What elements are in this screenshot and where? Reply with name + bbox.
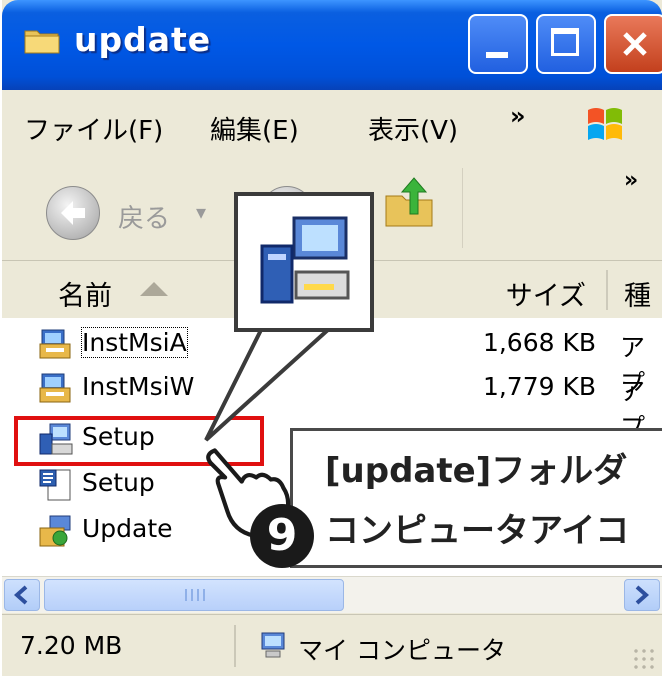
column-size-header[interactable]: サイズ: [506, 274, 586, 313]
close-button[interactable]: [604, 14, 662, 74]
enlarged-icon-callout: [234, 192, 374, 332]
step-number-badge: 9: [250, 504, 314, 568]
menu-overflow-chevron[interactable]: »: [510, 102, 526, 130]
grip-icon: [185, 589, 205, 601]
installer-icon: [39, 373, 71, 403]
installer-icon: [39, 329, 71, 359]
status-divider: [234, 625, 236, 667]
maximize-icon: [551, 28, 579, 56]
file-name: Setup: [82, 468, 155, 497]
instruction-line-2: コンピュータアイコ: [325, 511, 630, 551]
sort-ascending-icon: [140, 282, 168, 296]
file-size: 1,668 KB: [482, 328, 596, 357]
title-bar[interactable]: update: [2, 0, 662, 90]
file-name: InstMsiW: [82, 372, 195, 401]
toolbar-separator: [462, 168, 463, 248]
scroll-left-button[interactable]: [4, 579, 40, 611]
setup-computer-icon: [260, 216, 350, 304]
settings-file-icon: [39, 469, 71, 501]
file-row-instmsiw[interactable]: InstMsiW 1,779 KB アプ: [2, 366, 662, 442]
instruction-line-1: [update]フォルダ: [325, 451, 628, 491]
file-name: Update: [82, 514, 173, 543]
resize-grip[interactable]: [632, 647, 656, 671]
status-bar: 7.20 MB マイ コンピュータ: [2, 614, 662, 676]
menu-edit[interactable]: 編集(E): [210, 110, 299, 147]
folder-icon: [24, 30, 60, 54]
file-size: 1,779 KB: [482, 372, 596, 401]
menu-view[interactable]: 表示(V): [368, 110, 458, 147]
file-name: InstMsiA: [81, 327, 188, 358]
close-icon: [623, 32, 647, 56]
back-dropdown-icon[interactable]: ▾: [196, 200, 206, 224]
windows-logo-icon: [588, 108, 622, 140]
maximize-button[interactable]: [536, 14, 596, 74]
minimize-button[interactable]: [468, 14, 528, 74]
chevron-right-icon: [635, 585, 650, 605]
scroll-thumb[interactable]: [44, 579, 344, 611]
horizontal-scrollbar[interactable]: [2, 576, 662, 613]
column-name-header[interactable]: 名前: [58, 274, 112, 313]
back-label: 戻る: [118, 204, 171, 234]
menu-bar: ファイル(F) 編集(E) 表示(V) »: [2, 90, 662, 161]
back-arrow-icon: [61, 201, 85, 225]
update-installer-icon: [39, 515, 71, 547]
explorer-window: update ファイル(F) 編集(E) 表示(V) » 戻る ▾ » 名前 サ…: [2, 0, 662, 676]
scroll-right-button[interactable]: [624, 579, 660, 611]
menu-file[interactable]: ファイル(F): [24, 110, 163, 147]
back-button[interactable]: [46, 186, 100, 240]
status-total-size: 7.20 MB: [20, 631, 123, 660]
column-type-header[interactable]: 種: [624, 274, 651, 313]
window-title: update: [74, 20, 212, 59]
status-location: マイ コンピュータ: [298, 636, 506, 665]
chevron-left-icon: [13, 585, 28, 605]
toolbar-overflow-chevron[interactable]: »: [624, 168, 638, 193]
minimize-icon: [486, 52, 508, 58]
instruction-banner: [update]フォルダ コンピュータアイコ: [290, 428, 662, 568]
column-divider[interactable]: [606, 270, 608, 310]
my-computer-icon: [261, 632, 285, 658]
up-folder-icon[interactable]: [380, 174, 440, 234]
